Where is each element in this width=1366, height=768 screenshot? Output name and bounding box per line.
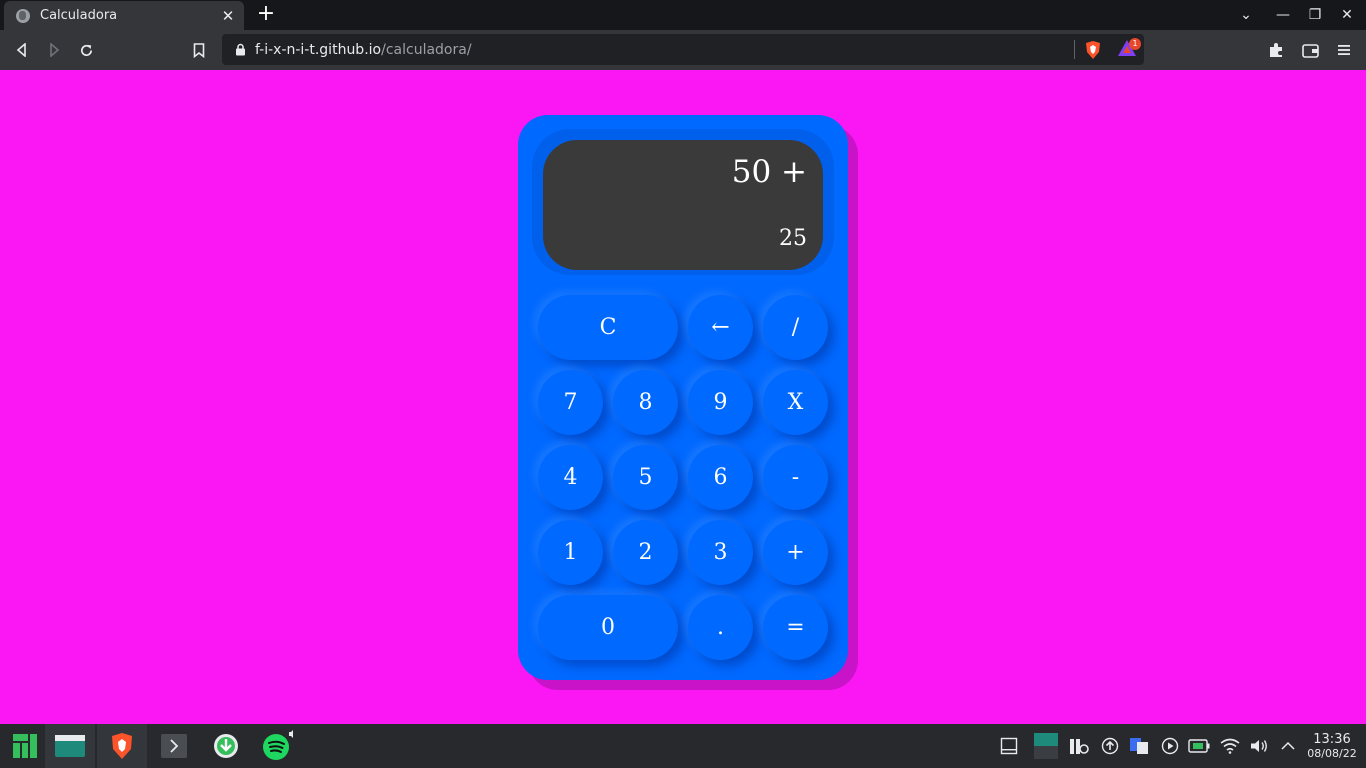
url-path: /calculadora/ <box>381 41 472 58</box>
digit-1-button[interactable]: 1 <box>538 520 603 585</box>
manjaro-menu-icon[interactable] <box>0 724 50 768</box>
clear-button[interactable]: C <box>538 295 678 360</box>
rewards-badge: 1 <box>1129 38 1141 50</box>
spotify-icon[interactable] <box>253 724 303 768</box>
digit-4-button[interactable]: 4 <box>538 445 603 510</box>
wallet-icon[interactable] <box>1300 40 1320 60</box>
subtract-button[interactable]: - <box>763 445 828 510</box>
clock-date: 08/08/22 <box>1307 747 1357 760</box>
add-button[interactable]: + <box>763 520 828 585</box>
tab-title: Calculadora <box>40 8 118 23</box>
tab-close-icon[interactable]: ✕ <box>220 7 236 25</box>
display-expression: 50 + <box>731 154 807 190</box>
brave-shields-icon[interactable] <box>1084 40 1102 60</box>
bookmark-icon[interactable] <box>189 40 209 60</box>
multiply-button[interactable]: X <box>763 370 828 435</box>
extensions-icon[interactable] <box>1266 40 1286 60</box>
digit-9-button[interactable]: 9 <box>688 370 753 435</box>
minimize-button[interactable]: — <box>1274 6 1292 24</box>
show-desktop-icon[interactable] <box>999 736 1019 756</box>
new-tab-button[interactable]: + <box>256 3 276 25</box>
back-icon[interactable] <box>12 40 32 60</box>
page-viewport: 50 + 25 C ← / 7 8 9 X 4 5 6 - 1 2 3 + 0 … <box>0 70 1366 724</box>
taskbar: 13:36 08/08/22 <box>0 724 1366 768</box>
globe-icon <box>16 8 30 23</box>
upload-icon[interactable] <box>1100 736 1120 756</box>
terminal-icon[interactable] <box>149 724 199 768</box>
brave-rewards-icon[interactable]: 1 <box>1117 38 1141 59</box>
clipboard-manager-icon[interactable] <box>1129 736 1149 756</box>
digit-0-button[interactable]: 0 <box>538 595 678 660</box>
forward-icon[interactable] <box>44 40 64 60</box>
media-player-icon[interactable] <box>1160 736 1180 756</box>
chevron-up-icon[interactable] <box>1278 736 1298 756</box>
digit-2-button[interactable]: 2 <box>613 520 678 585</box>
url-divider <box>1074 40 1075 59</box>
backspace-button[interactable]: ← <box>688 295 753 360</box>
tab-strip: Calculadora ✕ + ⌄ — ❐ ✕ <box>0 0 1366 30</box>
package-updates-icon[interactable] <box>1069 736 1089 756</box>
download-manager-icon[interactable] <box>201 724 251 768</box>
clock[interactable]: 13:36 08/08/22 <box>1300 732 1364 761</box>
display-current-value: 25 <box>779 226 807 251</box>
digit-8-button[interactable]: 8 <box>613 370 678 435</box>
tab-list-button[interactable]: ⌄ <box>1237 6 1255 24</box>
digit-5-button[interactable]: 5 <box>613 445 678 510</box>
digit-3-button[interactable]: 3 <box>688 520 753 585</box>
brave-browser-icon[interactable] <box>97 724 147 768</box>
lock-icon[interactable] <box>234 43 246 57</box>
calculator-display: 50 + 25 <box>543 140 823 270</box>
url-host: f-i-x-n-i-t.github.io <box>255 41 382 58</box>
calculator: 50 + 25 C ← / 7 8 9 X 4 5 6 - 1 2 3 + 0 … <box>518 115 848 680</box>
volume-icon[interactable] <box>1249 736 1269 756</box>
digit-6-button[interactable]: 6 <box>688 445 753 510</box>
clock-time: 13:36 <box>1313 732 1351 747</box>
battery-icon[interactable] <box>1188 736 1210 756</box>
digit-7-button[interactable]: 7 <box>538 370 603 435</box>
close-window-button[interactable]: ✕ <box>1338 6 1356 24</box>
reload-icon[interactable] <box>76 40 96 60</box>
address-bar[interactable]: f-i-x-n-i-t.github.io /calculadora/ 1 <box>222 34 1144 65</box>
maximize-button[interactable]: ❐ <box>1306 6 1324 24</box>
browser-toolbar: f-i-x-n-i-t.github.io /calculadora/ 1 <box>0 30 1366 70</box>
decimal-button[interactable]: . <box>688 595 753 660</box>
file-manager-icon[interactable] <box>45 724 95 768</box>
workspace-pager-icon[interactable] <box>1032 732 1060 760</box>
tab-calculadora[interactable]: Calculadora ✕ <box>4 1 244 30</box>
wifi-icon[interactable] <box>1220 736 1240 756</box>
divide-button[interactable]: / <box>763 295 828 360</box>
equals-button[interactable]: = <box>763 595 828 660</box>
menu-icon[interactable] <box>1334 40 1354 60</box>
